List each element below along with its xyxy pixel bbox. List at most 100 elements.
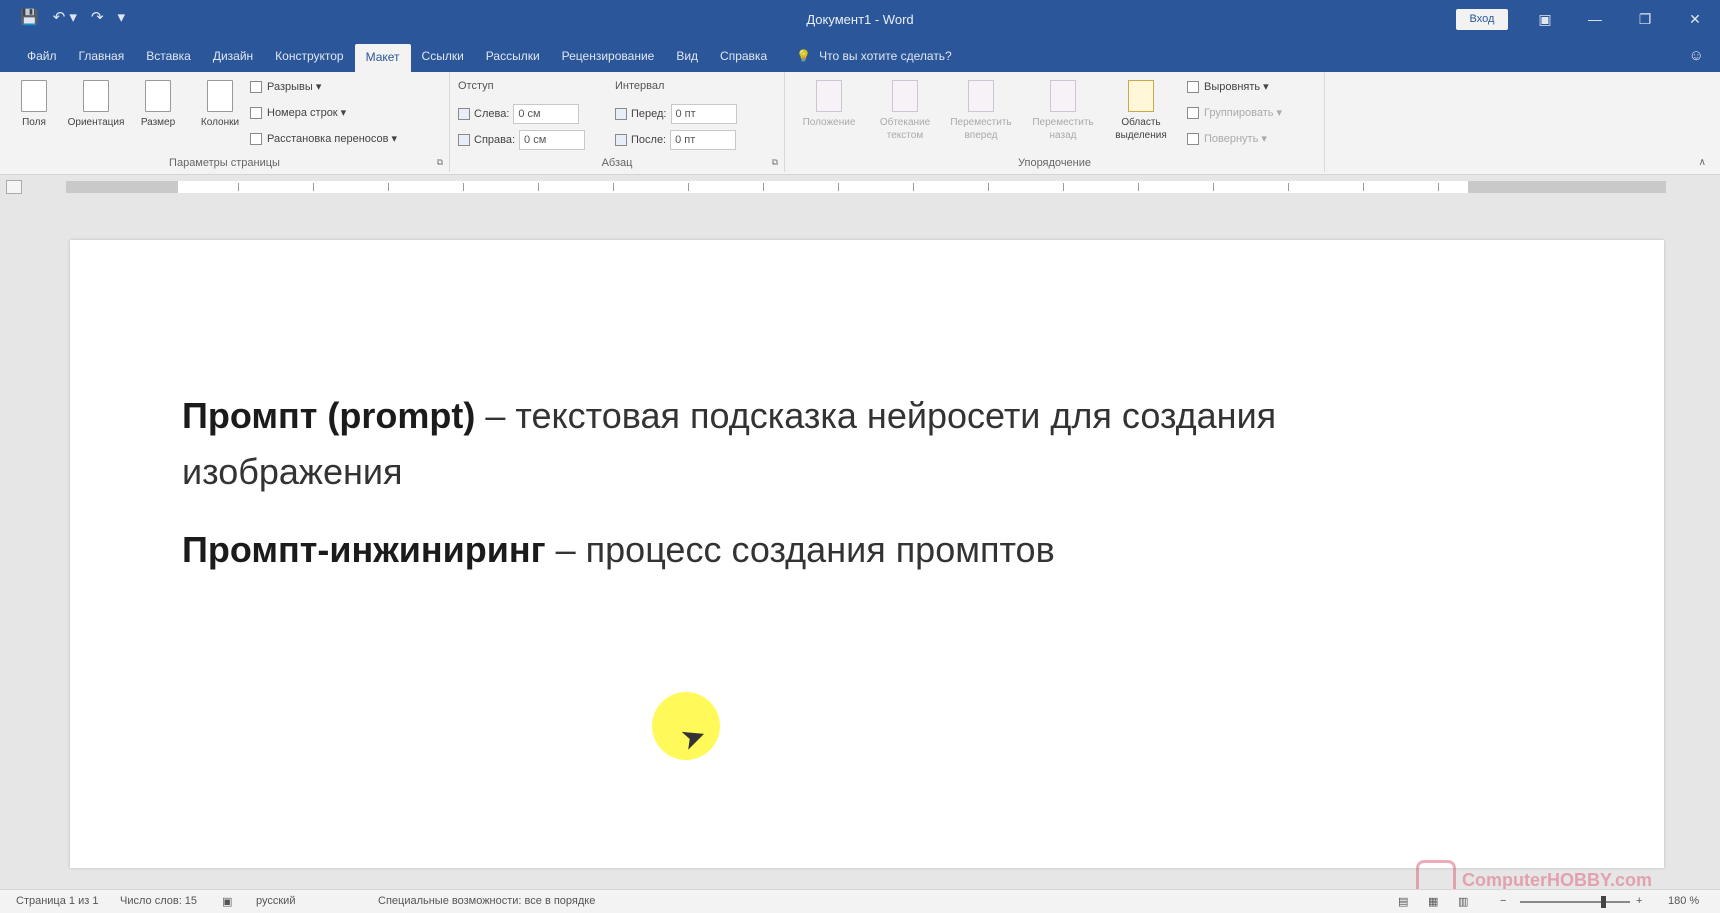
paragraph-launcher-icon[interactable]: ⧉ — [772, 157, 778, 168]
send-backward-icon — [1050, 80, 1076, 112]
margins-button[interactable]: Поля — [4, 80, 64, 129]
close-icon[interactable]: ✕ — [1670, 0, 1720, 40]
tab-references[interactable]: Ссылки — [411, 40, 475, 72]
collapse-ribbon-icon[interactable]: ∧ — [1699, 157, 1706, 168]
page-setup-launcher-icon[interactable]: ⧉ — [437, 157, 443, 168]
group-page-setup: Поля Ориентация Размер Колонки Разрывы ▾… — [0, 72, 450, 172]
ribbon-display-options-icon[interactable]: ▣ — [1520, 0, 1570, 40]
spacing-before-input[interactable]: 0 пт — [670, 104, 737, 124]
term-prompt-engineering: Промпт-инжиниринг — [182, 529, 546, 570]
size-icon — [145, 80, 171, 112]
breaks-icon — [250, 80, 262, 93]
indent-right-icon — [458, 134, 470, 146]
tab-layout[interactable]: Макет — [354, 44, 411, 72]
paragraph-prompt-engineering[interactable]: Промпт-инжиниринг – процесс создания про… — [182, 522, 1442, 578]
ribbon: Поля Ориентация Размер Колонки Разрывы ▾… — [0, 72, 1720, 175]
group-button[interactable]: Группировать ▾ — [1187, 106, 1282, 119]
term-prompt: Промпт (prompt) — [182, 395, 476, 436]
indent-left-icon — [458, 108, 470, 120]
tell-me-search[interactable]: 💡 Что вы хотите сделать? — [778, 40, 952, 72]
tell-me-label: Что вы хотите сделать? — [819, 49, 952, 63]
align-icon — [1187, 80, 1199, 93]
breaks-button[interactable]: Разрывы ▾ — [250, 80, 321, 93]
group-paragraph: Отступ Интервал Слева: 0 см Справа: 0 см… — [450, 72, 785, 172]
tab-home[interactable]: Главная — [68, 40, 136, 72]
accessibility-status[interactable]: Специальные возможности: все в порядке — [378, 895, 595, 907]
group-label-page-setup: Параметры страницы — [169, 157, 280, 169]
horizontal-ruler — [0, 175, 1720, 199]
tab-file[interactable]: Файл — [16, 40, 68, 72]
ruler-text-area[interactable] — [178, 181, 1468, 193]
wrap-text-icon — [892, 80, 918, 112]
tab-view[interactable]: Вид — [665, 40, 709, 72]
print-layout-icon[interactable]: ▦ — [1428, 895, 1438, 908]
indent-left-input[interactable]: 0 см — [513, 104, 580, 124]
tab-insert[interactable]: Вставка — [135, 40, 202, 72]
group-label-arrange: Упорядочение — [1018, 157, 1091, 169]
spacing-before: Перед: 0 пт — [615, 104, 737, 124]
hyphenation-icon — [250, 132, 262, 145]
group-label-paragraph: Абзац — [601, 157, 633, 169]
line-numbers-button[interactable]: Номера строк ▾ — [250, 106, 346, 119]
status-bar: Страница 1 из 1 Число слов: 15 ▣ русский… — [0, 889, 1720, 913]
indent-left: Слева: 0 см — [458, 104, 580, 124]
read-mode-icon[interactable]: ▤ — [1398, 895, 1408, 908]
zoom-slider-thumb[interactable] — [1601, 896, 1606, 908]
spacing-after-icon — [615, 134, 627, 146]
rotate-icon — [1187, 132, 1199, 145]
columns-button[interactable]: Колонки — [190, 80, 250, 129]
indent-right-input[interactable]: 0 см — [519, 130, 586, 150]
hyphenation-button[interactable]: Расстановка переносов ▾ — [250, 132, 397, 145]
zoom-slider[interactable] — [1520, 901, 1630, 903]
sign-in-button[interactable]: Вход — [1456, 9, 1508, 30]
spacing-before-icon — [615, 108, 627, 120]
line-numbers-icon — [250, 106, 262, 119]
selection-pane-button[interactable]: Область выделения — [1103, 80, 1179, 142]
bring-forward-icon — [968, 80, 994, 112]
tab-constructor[interactable]: Конструктор — [264, 40, 354, 72]
zoom-in-icon[interactable]: + — [1636, 895, 1642, 907]
size-button[interactable]: Размер — [128, 80, 188, 129]
share-icon[interactable]: ☺ — [1689, 47, 1704, 64]
zoom-out-icon[interactable]: − — [1500, 895, 1506, 907]
orientation-icon — [83, 80, 109, 112]
send-backward-button[interactable]: Переместить назад — [1025, 80, 1101, 142]
align-button[interactable]: Выровнять ▾ — [1187, 80, 1269, 93]
tab-mailings[interactable]: Рассылки — [475, 40, 551, 72]
zoom-level[interactable]: 180 % — [1668, 895, 1699, 907]
columns-icon — [207, 80, 233, 112]
word-count[interactable]: Число слов: 15 — [120, 895, 197, 907]
orientation-button[interactable]: Ориентация — [66, 80, 126, 129]
wrap-text-button[interactable]: Обтекание текстом — [867, 80, 943, 142]
minimize-icon[interactable]: — — [1570, 0, 1620, 40]
language[interactable]: русский — [256, 895, 295, 907]
page-count[interactable]: Страница 1 из 1 — [16, 895, 98, 907]
tab-design[interactable]: Дизайн — [202, 40, 264, 72]
paragraph-prompt[interactable]: Промпт (prompt) – текстовая подсказка не… — [182, 388, 1442, 500]
position-icon — [816, 80, 842, 112]
proofing-icon[interactable]: ▣ — [222, 895, 232, 908]
rotate-button[interactable]: Повернуть ▾ — [1187, 132, 1267, 145]
spacing-after-input[interactable]: 0 пт — [670, 130, 737, 150]
selection-pane-icon — [1128, 80, 1154, 112]
web-layout-icon[interactable]: ▥ — [1458, 895, 1468, 908]
document-page[interactable]: Промпт (prompt) – текстовая подсказка не… — [70, 240, 1664, 868]
tab-review[interactable]: Рецензирование — [551, 40, 666, 72]
lightbulb-icon: 💡 — [796, 49, 812, 63]
position-button[interactable]: Положение — [791, 80, 867, 129]
title-bar: 💾 ↶ ▾ ↷ ▾ Документ1 - Word Вход ▣ — ❐ ✕ — [0, 0, 1720, 40]
spacing-after: После: 0 пт — [615, 130, 737, 150]
definition-prompt-engineering: – процесс создания промптов — [545, 529, 1055, 570]
spacing-heading: Интервал — [615, 80, 665, 92]
group-arrange: Положение Обтекание текстом Переместить … — [785, 72, 1325, 172]
watermark-text: ComputerHOBBY.com — [1462, 869, 1653, 890]
restore-icon[interactable]: ❐ — [1620, 0, 1670, 40]
indent-right: Справа: 0 см — [458, 130, 586, 150]
tab-help[interactable]: Справка — [709, 40, 778, 72]
ribbon-tabs: Файл Главная Вставка Дизайн Конструктор … — [0, 40, 1720, 72]
indent-heading: Отступ — [458, 80, 494, 92]
tab-selector[interactable] — [6, 180, 22, 194]
margins-icon — [21, 80, 47, 112]
bring-forward-button[interactable]: Переместить вперед — [943, 80, 1019, 142]
group-icon — [1187, 106, 1199, 119]
